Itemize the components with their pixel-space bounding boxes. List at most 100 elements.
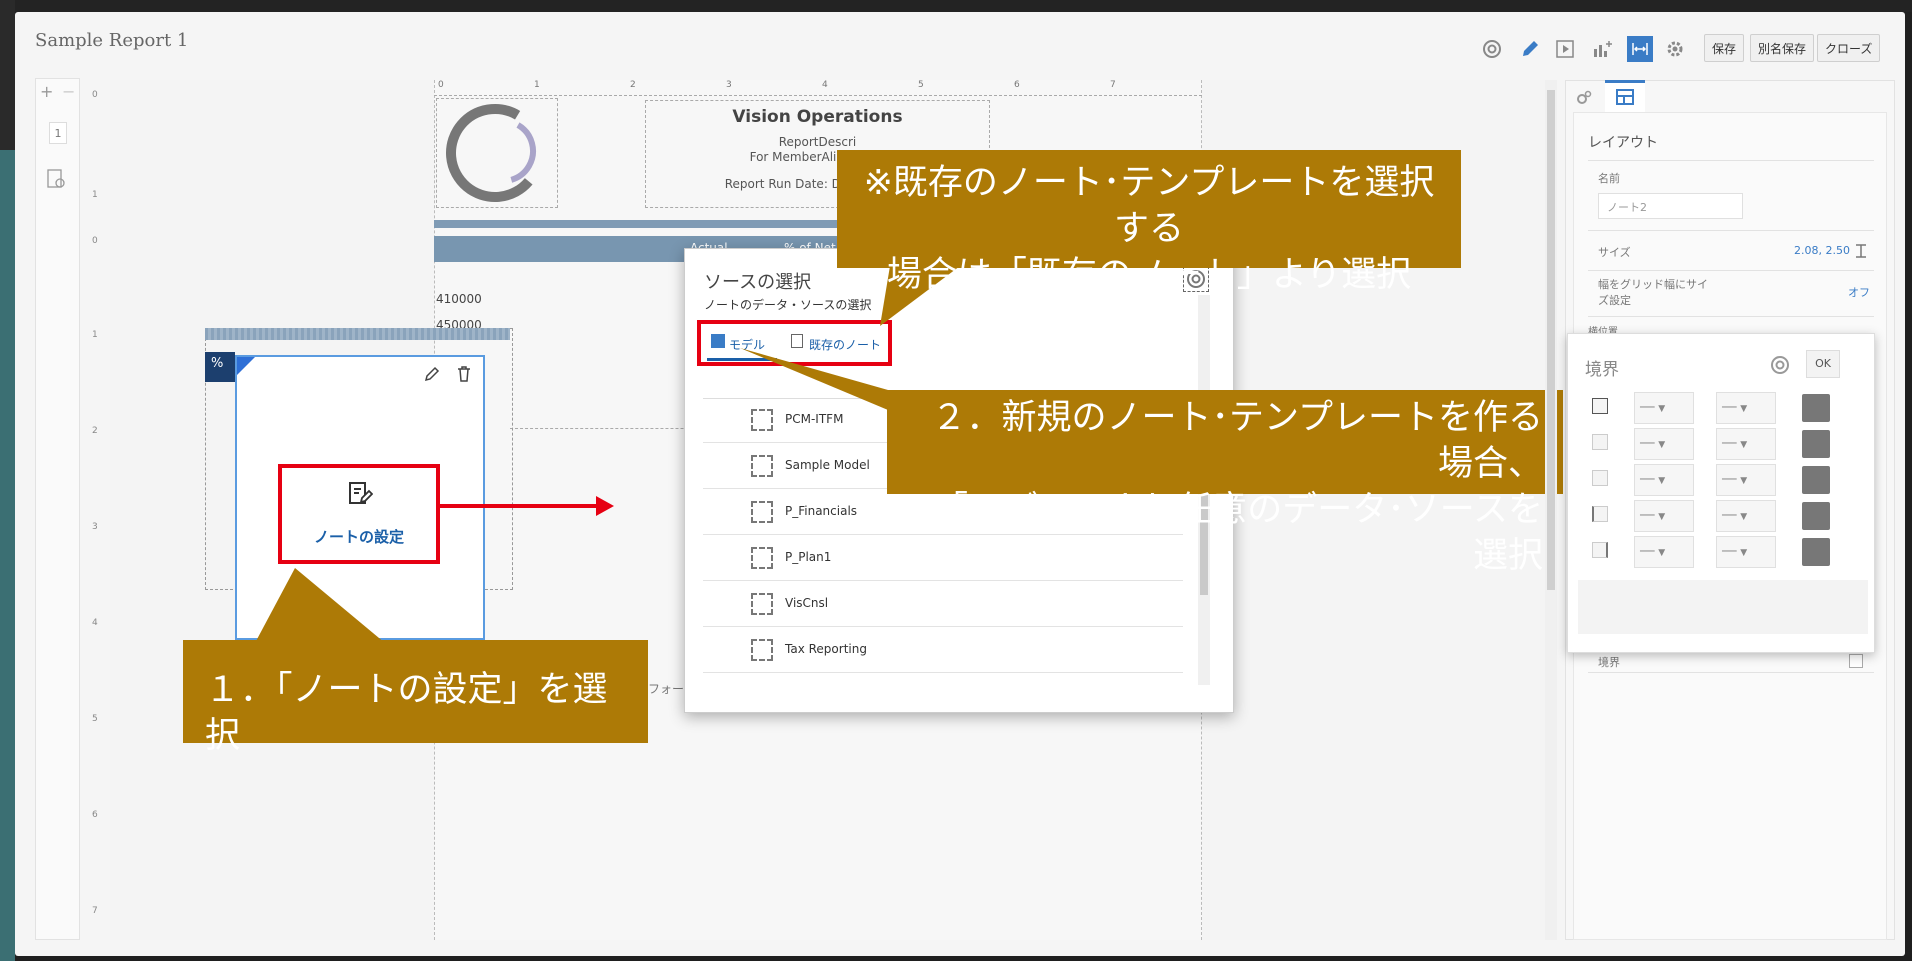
vruler-tick: 1: [92, 330, 98, 340]
border-row-right: ── ▼ ── ▼: [1588, 536, 1838, 568]
callout-2-line1: ※既存のノート･テンプレートを選択する: [863, 163, 1435, 249]
grid-value: 410000: [436, 292, 482, 306]
pencil-icon[interactable]: [423, 365, 441, 383]
fit-width-label-2: ズ設定: [1598, 294, 1631, 307]
name-label: 名前: [1598, 172, 1620, 185]
source-item-label: PCM-ITFM: [785, 412, 844, 426]
size-adjust-icon[interactable]: [1855, 243, 1867, 258]
vruler-tick: 5: [92, 714, 98, 724]
close-button[interactable]: クローズ: [1817, 34, 1881, 62]
source-item-label: P_Plan1: [785, 550, 832, 564]
note-setting-button[interactable]: ノートの設定: [278, 464, 440, 564]
hruler-tick: 1: [534, 80, 540, 90]
source-item-label: P_Financials: [785, 504, 858, 518]
remove-page-button[interactable]: −: [62, 82, 75, 101]
left-toolbar: [35, 78, 80, 940]
left-dark-strip: [0, 0, 15, 961]
vruler-tick: 0: [92, 236, 98, 246]
color-swatch[interactable]: [1802, 394, 1830, 422]
fore-text: フォー: [648, 682, 685, 696]
vertical-ruler: 0 1 0 1 2 3 4 5 6 7: [88, 90, 110, 940]
line-style-dropdown[interactable]: ── ▼: [1634, 392, 1694, 424]
color-swatch[interactable]: [1802, 538, 1830, 566]
name-input[interactable]: ノート2: [1598, 193, 1743, 219]
divider: [1588, 672, 1874, 673]
source-item[interactable]: Tax Reporting: [703, 627, 1183, 673]
line-style-dropdown[interactable]: ── ▼: [1634, 464, 1694, 496]
fit-width-toggle[interactable]: オフ: [1848, 284, 1870, 300]
gear-icon[interactable]: [1662, 36, 1688, 62]
top-dark-strip: [0, 0, 1912, 12]
note-setting-label: ノートの設定: [313, 528, 404, 546]
save-button[interactable]: 保存: [1704, 34, 1745, 62]
divider: [1588, 160, 1874, 161]
hruler-tick: 5: [918, 80, 924, 90]
hruler-tick: 4: [822, 80, 828, 90]
cube-icon: [751, 501, 773, 523]
vruler-tick: 4: [92, 618, 98, 628]
red-arrow-head: [596, 496, 614, 516]
hruler-tick: 2: [630, 80, 636, 90]
border-row-bottom: ── ▼ ── ▼: [1588, 464, 1838, 496]
source-item-label: VisCnsl: [785, 596, 829, 610]
line-width-dropdown[interactable]: ── ▼: [1716, 500, 1776, 532]
layout-tab[interactable]: [1605, 80, 1645, 112]
border-checkbox[interactable]: [1849, 654, 1863, 668]
line-width-dropdown[interactable]: ── ▼: [1716, 392, 1776, 424]
border-right-checkbox[interactable]: [1592, 542, 1608, 558]
callout-step-1: １．「ノートの設定」を選択: [183, 640, 648, 756]
source-item[interactable]: VisCnsl: [703, 581, 1183, 627]
source-dialog-title: ソースの選択: [704, 272, 812, 293]
size-value[interactable]: 2.08, 2.50: [1794, 244, 1850, 257]
border-bottom-checkbox[interactable]: [1592, 470, 1608, 486]
cube-icon: [751, 593, 773, 615]
line-style-dropdown[interactable]: ── ▼: [1634, 536, 1694, 568]
border-all-checkbox[interactable]: [1592, 398, 1608, 414]
add-page-button[interactable]: +: [40, 82, 53, 101]
trash-icon[interactable]: [455, 365, 473, 383]
properties-gear-icon[interactable]: [1575, 88, 1593, 106]
line-style-dropdown[interactable]: ── ▼: [1634, 500, 1694, 532]
save-as-button[interactable]: 別名保存: [1750, 34, 1815, 62]
line-width-dropdown[interactable]: ── ▼: [1716, 536, 1776, 568]
hruler-tick: 0: [438, 80, 444, 90]
page-settings-icon[interactable]: [46, 168, 66, 190]
note-header-strip: [205, 328, 510, 340]
ok-button[interactable]: OK: [1806, 350, 1840, 378]
color-swatch[interactable]: [1802, 502, 1830, 530]
vruler-tick: 6: [92, 810, 98, 820]
border-top-checkbox[interactable]: [1592, 434, 1608, 450]
line-width-dropdown[interactable]: ── ▼: [1716, 464, 1776, 496]
divider: [1588, 316, 1874, 317]
help-icon[interactable]: [1479, 36, 1505, 62]
vruler-tick: 3: [92, 522, 98, 532]
red-arrow: [440, 504, 600, 508]
help-icon[interactable]: [1768, 353, 1792, 377]
page-number[interactable]: 1: [49, 122, 67, 144]
line-style-dropdown[interactable]: ── ▼: [1634, 428, 1694, 460]
line-width-dropdown[interactable]: ── ▼: [1716, 428, 1776, 460]
vruler-tick: 0: [92, 90, 98, 100]
fit-width-icon[interactable]: [1627, 36, 1653, 62]
source-item-label: Sample Model: [785, 458, 870, 472]
callout-2-line2: 場合は「既存のノート」より選択: [886, 255, 1412, 295]
hruler-tick: 3: [726, 80, 732, 90]
cube-icon: [751, 409, 773, 431]
color-swatch[interactable]: [1802, 430, 1830, 458]
cube-icon: [751, 639, 773, 661]
color-swatch[interactable]: [1802, 466, 1830, 494]
model-icon: [711, 334, 725, 348]
border-left-checkbox[interactable]: [1592, 506, 1608, 522]
report-title: Vision Operations: [732, 107, 903, 127]
play-icon[interactable]: [1552, 36, 1578, 62]
chart-add-icon[interactable]: [1590, 36, 1616, 62]
window-title: Sample Report 1: [35, 30, 189, 51]
report-description: ReportDescri: [778, 135, 857, 149]
logo-image[interactable]: [436, 98, 558, 208]
note-edit-icon: [347, 480, 374, 508]
border-row-left: ── ▼ ── ▼: [1588, 500, 1838, 532]
pct-tab: %: [205, 352, 235, 382]
canvas-scrollbar[interactable]: [1545, 80, 1557, 940]
pencil-icon[interactable]: [1517, 36, 1543, 62]
callout-3-line2: 「モデル」より任意のデータ･ソースを選択: [932, 490, 1543, 576]
